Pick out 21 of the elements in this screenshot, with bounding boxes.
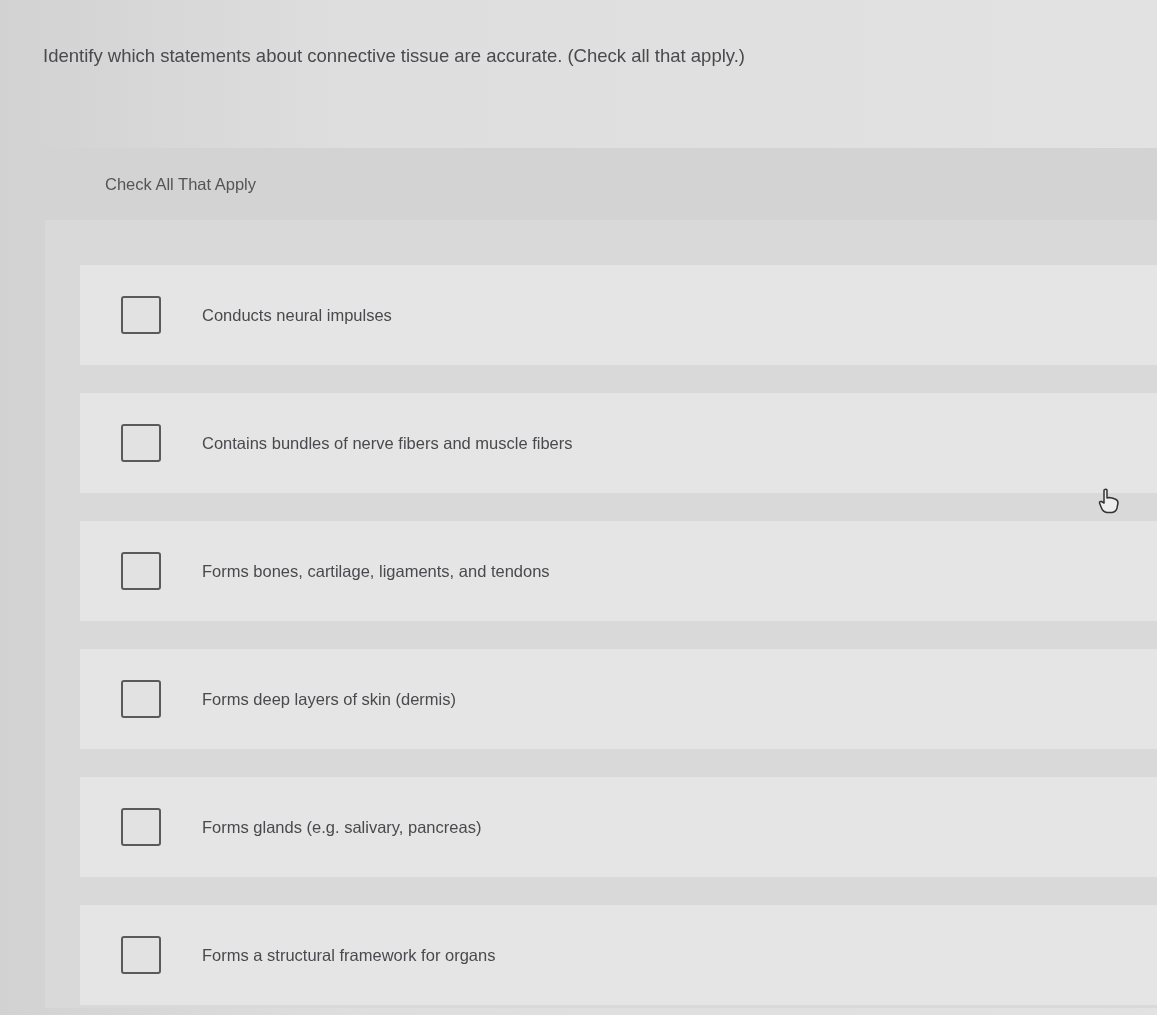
hand-pointer-icon — [1098, 488, 1120, 514]
option-row[interactable]: Contains bundles of nerve fibers and muscle fibers — [80, 393, 1157, 493]
instruction-label: Check All That Apply — [105, 174, 257, 194]
checkbox[interactable] — [121, 552, 161, 590]
checkbox[interactable] — [121, 680, 161, 718]
checkbox[interactable] — [121, 296, 161, 334]
checkbox[interactable] — [121, 936, 161, 974]
option-label: Forms bones, cartilage, ligaments, and tendons — [202, 561, 550, 581]
question-text: Identify which statements about connective tissue are accurate. (Check all that apply.) — [42, 44, 746, 68]
checkbox[interactable] — [121, 808, 161, 846]
option-label: Contains bundles of nerve fibers and muscle fibers — [202, 433, 573, 453]
option-label: Forms glands (e.g. salivary, pancreas) — [202, 817, 482, 837]
checkbox[interactable] — [121, 424, 161, 462]
option-label: Forms deep layers of skin (dermis) — [202, 689, 456, 709]
option-row[interactable]: Forms bones, cartilage, ligaments, and tendons — [80, 521, 1157, 621]
option-label: Forms a structural framework for organs — [202, 945, 496, 965]
option-row[interactable]: Conducts neural impulses — [80, 265, 1157, 365]
option-row[interactable]: Forms a structural framework for organs — [80, 905, 1157, 1005]
option-row[interactable]: Forms glands (e.g. salivary, pancreas) — [80, 777, 1157, 877]
option-label: Conducts neural impulses — [202, 305, 392, 325]
option-row[interactable]: Forms deep layers of skin (dermis) — [80, 649, 1157, 749]
